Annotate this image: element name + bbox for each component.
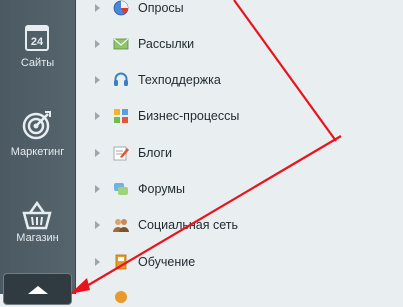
expand-arrow-icon[interactable]: [95, 185, 100, 193]
menu-item-label: Бизнес-процессы: [138, 109, 240, 123]
nav-sites-label: Сайты: [20, 57, 55, 69]
services-menu-panel: Опросы Рассылки Техподдержка Бизнес-проц…: [76, 0, 403, 303]
left-navigation: 24 Сайты Маркетинг Магазин: [0, 0, 76, 305]
orange-item-icon: [115, 291, 127, 303]
nav-services-button[interactable]: [3, 273, 72, 305]
target-icon: [22, 111, 51, 140]
menu-item-mailings[interactable]: Рассылки: [76, 33, 403, 55]
menu-item-learning[interactable]: Обучение: [76, 251, 403, 273]
nav-shop-button[interactable]: Магазин: [0, 190, 75, 262]
menu-item-label: Техподдержка: [138, 73, 221, 87]
forum-bubbles-icon: [114, 183, 128, 195]
expand-arrow-icon[interactable]: [95, 4, 100, 12]
expand-arrow-icon[interactable]: [95, 149, 100, 157]
pie-chart-icon: [113, 0, 129, 16]
expand-arrow-icon[interactable]: [95, 40, 100, 48]
expand-arrow-icon[interactable]: [95, 221, 100, 229]
menu-item-label: Социальная сеть: [138, 218, 238, 232]
nav-marketing-button[interactable]: Маркетинг: [0, 100, 75, 172]
basket-icon: [22, 200, 52, 230]
expand-arrow-icon[interactable]: [95, 112, 100, 120]
workflow-icon: [114, 109, 128, 123]
blog-edit-icon: [113, 146, 129, 161]
calendar-icon-text: 24: [31, 36, 44, 48]
menu-item-blogs[interactable]: Блоги: [76, 142, 403, 164]
nav-marketing-label: Маркетинг: [10, 146, 65, 158]
menu-item-label: Рассылки: [138, 37, 195, 51]
expand-arrow-icon[interactable]: [95, 76, 100, 84]
menu-item-forums[interactable]: Форумы: [76, 178, 403, 200]
menu-item-label: Блоги: [138, 146, 172, 160]
learning-book-icon: [115, 254, 127, 270]
menu-item-social-network[interactable]: Социальная сеть: [76, 214, 403, 236]
headset-icon: [114, 72, 128, 86]
menu-item-label: Обучение: [138, 255, 196, 269]
mail-icon: [113, 38, 129, 50]
menu-item-helpdesk[interactable]: Техподдержка: [76, 69, 403, 91]
menu-item-polls[interactable]: Опросы: [76, 0, 403, 19]
social-network-icon: [113, 219, 129, 232]
expand-arrow-icon[interactable]: [95, 258, 100, 266]
nav-shop-label: Магазин: [16, 232, 59, 244]
menu-item-business-processes[interactable]: Бизнес-процессы: [76, 105, 403, 127]
nav-sites-button[interactable]: 24 Сайты: [0, 10, 75, 82]
menu-item-partial[interactable]: [76, 285, 403, 307]
menu-item-label: Форумы: [138, 182, 185, 196]
stack-icon: [28, 286, 48, 294]
menu-item-label: Опросы: [138, 1, 184, 15]
calendar-icon: 24: [25, 25, 49, 51]
